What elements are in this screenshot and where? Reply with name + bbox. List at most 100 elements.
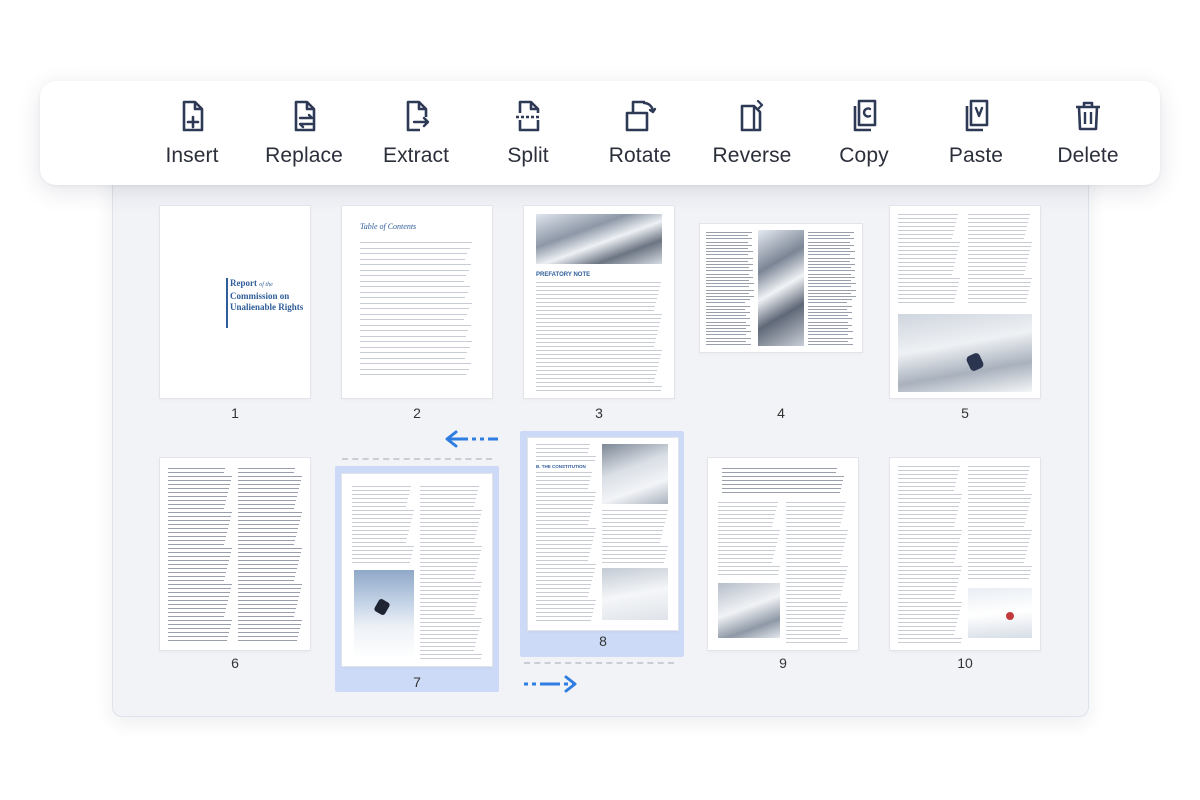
text-line bbox=[706, 331, 751, 333]
delete-button[interactable]: Delete bbox=[1033, 81, 1143, 185]
text-line bbox=[536, 370, 657, 372]
text-line bbox=[718, 518, 774, 520]
text-line bbox=[168, 572, 226, 574]
text-line bbox=[898, 602, 962, 604]
text-line bbox=[898, 502, 960, 504]
page-thumbnail-8[interactable]: B. THE CONSTITUTION bbox=[528, 438, 678, 630]
text-line bbox=[786, 510, 844, 512]
text-line bbox=[360, 308, 469, 310]
text-line bbox=[536, 492, 596, 494]
text-line bbox=[706, 273, 749, 275]
text-line bbox=[722, 476, 844, 478]
split-button[interactable]: Split bbox=[473, 81, 583, 185]
text-line bbox=[808, 232, 854, 234]
text-line bbox=[536, 444, 590, 446]
replace-button[interactable]: Replace bbox=[249, 81, 359, 185]
text-line bbox=[808, 318, 853, 320]
page-thumbnail-7[interactable] bbox=[342, 474, 492, 666]
text-line bbox=[968, 482, 1026, 484]
text-line bbox=[898, 506, 959, 508]
text-line bbox=[786, 582, 844, 584]
text-line bbox=[898, 470, 959, 472]
text-line bbox=[898, 542, 959, 544]
text-line bbox=[808, 280, 851, 282]
text-line bbox=[898, 230, 954, 232]
text-line bbox=[420, 502, 475, 504]
page-number: 9 bbox=[779, 655, 787, 671]
text-line bbox=[420, 490, 478, 492]
text-line bbox=[808, 328, 848, 330]
text-line bbox=[360, 346, 470, 348]
page-thumbnail-6[interactable] bbox=[160, 458, 310, 650]
text-line bbox=[536, 318, 661, 320]
text-line bbox=[420, 658, 481, 660]
page-thumbnail-3[interactable]: PREFATORY NOTE bbox=[524, 206, 674, 398]
text-line bbox=[808, 305, 852, 307]
text-line bbox=[420, 622, 481, 624]
text-line bbox=[168, 600, 228, 602]
text-line bbox=[536, 374, 656, 376]
rotate-button[interactable]: Rotate bbox=[585, 81, 695, 185]
page-thumbnail-1[interactable]: Report of the Commission on Unalienable … bbox=[160, 206, 310, 398]
text-line bbox=[898, 638, 962, 640]
text-line bbox=[420, 566, 477, 568]
text-line bbox=[898, 294, 956, 296]
text-line bbox=[898, 614, 959, 616]
text-line bbox=[536, 560, 588, 562]
text-line bbox=[706, 302, 746, 304]
text-line bbox=[808, 308, 848, 310]
text-line bbox=[968, 518, 1026, 520]
text-line bbox=[706, 232, 752, 234]
text-line bbox=[808, 254, 851, 256]
text-line bbox=[420, 614, 474, 616]
snowfield-photo-2 bbox=[602, 568, 668, 620]
text-line bbox=[536, 448, 589, 450]
text-line bbox=[968, 478, 1027, 480]
text-line bbox=[536, 488, 588, 490]
text-line bbox=[968, 522, 1025, 524]
snowboarder-photo bbox=[898, 314, 1032, 392]
text-line bbox=[238, 572, 296, 574]
text-line bbox=[808, 235, 850, 237]
text-line bbox=[536, 302, 656, 304]
page-thumbnail-10[interactable] bbox=[890, 458, 1040, 650]
text-line bbox=[420, 654, 482, 656]
page-thumbnail-9[interactable] bbox=[708, 458, 858, 650]
text-line bbox=[168, 540, 225, 542]
text-line bbox=[968, 506, 1029, 508]
text-line bbox=[898, 226, 955, 228]
text-line bbox=[420, 618, 482, 620]
paste-button[interactable]: Paste bbox=[921, 81, 1031, 185]
copy-button[interactable]: Copy bbox=[809, 81, 919, 185]
page-thumbnail-5[interactable] bbox=[890, 206, 1040, 398]
text-line bbox=[898, 626, 956, 628]
text-line bbox=[420, 518, 480, 520]
text-line bbox=[968, 502, 1030, 504]
text-line bbox=[168, 580, 224, 582]
text-line bbox=[238, 496, 297, 498]
replace-page-icon bbox=[294, 100, 316, 132]
text-line bbox=[168, 516, 231, 518]
page-thumbnail-2[interactable]: Table of Contents bbox=[342, 206, 492, 398]
insert-button[interactable]: Insert bbox=[137, 81, 247, 185]
report-title-line1: Report bbox=[230, 278, 257, 288]
text-line bbox=[352, 526, 410, 528]
text-line bbox=[718, 514, 775, 516]
reverse-button[interactable]: Reverse bbox=[697, 81, 807, 185]
text-line bbox=[238, 488, 299, 490]
text-line bbox=[168, 536, 226, 538]
text-line bbox=[898, 494, 962, 496]
page-number: 6 bbox=[231, 655, 239, 671]
text-line bbox=[352, 538, 407, 540]
text-line bbox=[898, 562, 954, 564]
text-line bbox=[536, 528, 596, 530]
text-line bbox=[536, 544, 592, 546]
text-line bbox=[968, 558, 1025, 560]
text-line bbox=[420, 498, 476, 500]
reverse-label: Reverse bbox=[712, 144, 792, 167]
extract-button[interactable]: Extract bbox=[361, 81, 471, 185]
text-line bbox=[360, 330, 468, 332]
page-thumbnail-4[interactable] bbox=[700, 224, 862, 352]
text-line bbox=[420, 634, 478, 636]
text-line bbox=[968, 514, 1027, 516]
